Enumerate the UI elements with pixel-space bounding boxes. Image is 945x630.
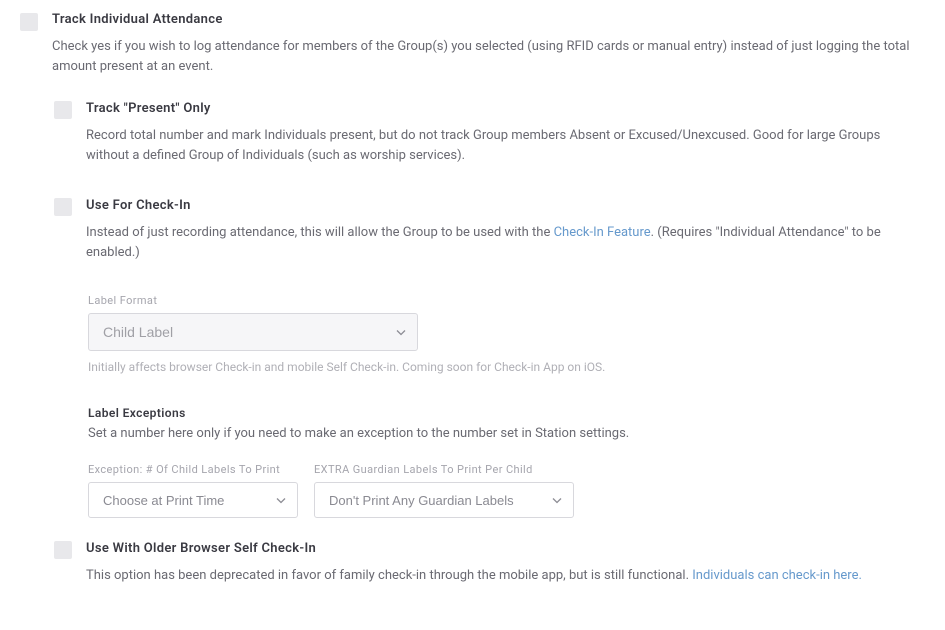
use-checkin-desc: Instead of just recording attendance, th… <box>86 223 925 262</box>
older-browser-title: Use With Older Browser Self Check-In <box>86 541 925 556</box>
label-format-select[interactable]: Child Label <box>88 313 418 351</box>
checkin-feature-link[interactable]: Check-In Feature <box>554 225 651 240</box>
label-exceptions-title: Label Exceptions <box>88 406 925 420</box>
older-browser-checkbox[interactable] <box>54 541 72 559</box>
child-labels-label: Exception: # Of Child Labels To Print <box>88 463 298 476</box>
child-labels-select[interactable]: Choose at Print Time <box>88 482 298 518</box>
label-format-note: Initially affects browser Check-in and m… <box>88 359 925 376</box>
label-format-label: Label Format <box>88 294 925 307</box>
older-browser-desc: This option has been deprecated in favor… <box>86 566 925 586</box>
track-individual-checkbox[interactable] <box>20 13 38 31</box>
use-checkin-title: Use For Check-In <box>86 198 925 213</box>
track-present-title: Track "Present" Only <box>86 101 925 116</box>
guardian-labels-select[interactable]: Don't Print Any Guardian Labels <box>314 482 574 518</box>
older-browser-desc-pre: This option has been deprecated in favor… <box>86 568 692 583</box>
use-checkin-desc-pre: Instead of just recording attendance, th… <box>86 225 554 240</box>
use-checkin-checkbox[interactable] <box>54 198 72 216</box>
older-browser-link[interactable]: Individuals can check-in here. <box>692 568 862 583</box>
label-exceptions-desc: Set a number here only if you need to ma… <box>88 426 925 441</box>
track-present-desc: Record total number and mark Individuals… <box>86 126 925 165</box>
track-individual-desc: Check yes if you wish to log attendance … <box>52 37 925 76</box>
track-individual-title: Track Individual Attendance <box>52 12 925 27</box>
track-present-checkbox[interactable] <box>54 101 72 119</box>
guardian-labels-label: EXTRA Guardian Labels To Print Per Child <box>314 463 574 476</box>
